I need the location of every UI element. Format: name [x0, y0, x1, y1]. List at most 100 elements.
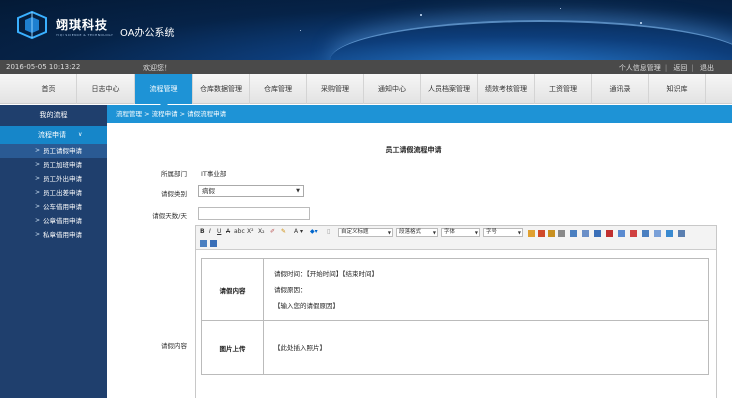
- logout-link[interactable]: 退出: [700, 64, 714, 72]
- table-row: 请假内容 请假时间：【开始时间】【结束时间】 请假原因： 【输入您的请假原因】: [201, 258, 709, 321]
- info-bar: 2016-05-05 10:13:22 欢迎您！ 个人信息管理 | 返回 | 退出: [0, 60, 732, 74]
- media-icon[interactable]: [548, 230, 555, 237]
- nav-contacts[interactable]: 通讯录: [592, 74, 649, 104]
- page-icon[interactable]: ▯: [327, 228, 330, 235]
- highlight-button[interactable]: ◆▾: [310, 228, 318, 235]
- bold-button[interactable]: B: [200, 228, 205, 235]
- nav-log-center[interactable]: 日志中心: [77, 74, 135, 104]
- split-icon[interactable]: [654, 230, 661, 237]
- italic-button[interactable]: I: [209, 228, 211, 235]
- brush-icon[interactable]: ✎: [281, 228, 286, 235]
- abc-button[interactable]: abc: [234, 228, 245, 235]
- font-color-button[interactable]: A ▾: [294, 228, 303, 235]
- image-icon[interactable]: [528, 230, 535, 237]
- strikethrough-button[interactable]: A: [226, 228, 230, 235]
- content-line: 请假原因：: [274, 285, 307, 294]
- breadcrumb: 流程管理 > 流程申请 > 请假流程申请: [107, 105, 732, 123]
- caret-down-icon: ▼: [432, 230, 436, 235]
- indent-icon[interactable]: [582, 230, 589, 237]
- main-content: 员工请假流程申请 所属部门 IT事业部 请假类别 病假 ▼ 请假天数/天 请假内…: [107, 123, 732, 398]
- superscript-button[interactable]: X²: [247, 228, 254, 235]
- link-icon[interactable]: [558, 230, 565, 237]
- row-content[interactable]: 【此处插入照片】: [263, 320, 709, 375]
- sidebar-item-label: 公车借用申请: [43, 203, 82, 211]
- document-table: 请假内容 请假时间：【开始时间】【结束时间】 请假原因： 【输入您的请假原因】 …: [201, 258, 709, 375]
- nav-workflow[interactable]: 流程管理: [135, 74, 193, 108]
- star: [560, 8, 561, 9]
- system-title: OA办公系统: [120, 28, 175, 39]
- template-icon[interactable]: [210, 240, 217, 247]
- dept-label: 所属部门: [161, 170, 187, 178]
- sidebar-item-outing[interactable]: 员工外出申请: [0, 172, 107, 186]
- merge-icon[interactable]: [642, 230, 649, 237]
- table-row: 图片上传 【此处插入照片】: [201, 320, 709, 375]
- nav-warehouse-data[interactable]: 仓库数据管理: [193, 74, 250, 104]
- table-icon[interactable]: [538, 230, 545, 237]
- subscript-button[interactable]: X₂: [258, 228, 265, 235]
- insert-col-icon[interactable]: [618, 230, 625, 237]
- preview-icon[interactable]: [200, 240, 207, 247]
- sidebar-item-label: 私章借用申请: [43, 231, 82, 239]
- paragraph-dropdown[interactable]: 段落格式 ▼: [396, 228, 438, 237]
- row-heading: 图片上传: [201, 320, 264, 375]
- sidebar-item-label: 员工外出申请: [43, 175, 82, 183]
- sidebar-group-label: 流程申请: [38, 131, 66, 139]
- logo-icon: [17, 10, 47, 40]
- star: [640, 22, 642, 24]
- nav-knowledge[interactable]: 知识库: [649, 74, 706, 104]
- sidebar-heading[interactable]: 我的流程: [0, 105, 107, 126]
- brand-english: YIQI SCIENCE & TECHNOLOGY: [56, 33, 114, 37]
- sidebar-item-label: 公章借用申请: [43, 217, 82, 225]
- content-line: 【此处插入照片】: [274, 343, 326, 352]
- sidebar-item-private-seal[interactable]: 私章借用申请: [0, 228, 107, 242]
- sidebar-item-business-trip[interactable]: 员工出差申请: [0, 186, 107, 200]
- filter-icon[interactable]: [630, 230, 637, 237]
- sidebar-item-official-seal[interactable]: 公章借用申请: [0, 214, 107, 228]
- sidebar-group[interactable]: 流程申请 ∨: [0, 126, 107, 144]
- nav-warehouse[interactable]: 仓库管理: [250, 74, 307, 104]
- nav-personnel[interactable]: 人员档案管理: [421, 74, 478, 104]
- content-line: 【输入您的请假原因】: [274, 301, 339, 310]
- sidebar-item-leave[interactable]: 员工请假申请: [0, 144, 107, 158]
- main-nav: 首页 日志中心 流程管理 仓库数据管理 仓库管理 采购管理 通知中心 人员档案管…: [0, 74, 732, 108]
- star: [420, 14, 422, 16]
- rich-text-editor[interactable]: B I U A abc X² X₂ ✐ ✎ A ▾ ◆▾ ▯ 自定义标题 ▼ 段落…: [195, 225, 717, 398]
- nav-purchase[interactable]: 采购管理: [307, 74, 364, 104]
- row-heading: 请假内容: [201, 258, 264, 321]
- nav-notice[interactable]: 通知中心: [364, 74, 421, 104]
- underline-button[interactable]: U: [217, 228, 221, 235]
- datetime: 2016-05-05 10:13:22: [6, 63, 81, 71]
- row-content[interactable]: 请假时间：【开始时间】【结束时间】 请假原因： 【输入您的请假原因】: [263, 258, 709, 321]
- welcome-text: 欢迎您！: [143, 64, 171, 72]
- back-link[interactable]: 返回: [673, 64, 687, 72]
- style-dropdown-label: 自定义标题: [341, 229, 369, 235]
- nav-performance[interactable]: 绩效考核管理: [478, 74, 535, 104]
- paragraph-dropdown-label: 段落格式: [399, 229, 422, 235]
- leave-type-label: 请假类别: [161, 190, 187, 198]
- sidebar: 我的流程 流程申请 ∨ 员工请假申请 员工加班申请 员工外出申请 员工出差申请 …: [0, 105, 107, 398]
- delete-row-icon[interactable]: [606, 230, 613, 237]
- caret-down-icon: ▼: [517, 230, 521, 235]
- insert-row-icon[interactable]: [594, 230, 601, 237]
- size-dropdown[interactable]: 字号 ▼: [483, 228, 523, 237]
- caret-down-icon: ▼: [474, 230, 478, 235]
- font-dropdown-label: 字体: [444, 229, 456, 235]
- font-dropdown[interactable]: 字体 ▼: [441, 228, 480, 237]
- sidebar-item-label: 员工请假申请: [43, 147, 82, 155]
- sidebar-item-overtime[interactable]: 员工加班申请: [0, 158, 107, 172]
- divider: |: [691, 64, 694, 72]
- leave-type-select[interactable]: 病假 ▼: [198, 185, 304, 197]
- list-icon[interactable]: [570, 230, 577, 237]
- eraser-icon[interactable]: ✐: [270, 228, 275, 235]
- code-icon[interactable]: [666, 230, 673, 237]
- caret-down-icon: ▼: [296, 188, 300, 194]
- chevron-down-icon: ∨: [78, 131, 83, 138]
- nav-home[interactable]: 首页: [21, 74, 77, 104]
- fullscreen-icon[interactable]: [678, 230, 685, 237]
- profile-link[interactable]: 个人信息管理: [619, 64, 661, 72]
- leave-days-input[interactable]: [198, 207, 310, 220]
- style-dropdown[interactable]: 自定义标题 ▼: [338, 228, 393, 237]
- sidebar-item-label: 员工出差申请: [43, 189, 82, 197]
- nav-salary[interactable]: 工资管理: [535, 74, 592, 104]
- sidebar-item-car[interactable]: 公车借用申请: [0, 200, 107, 214]
